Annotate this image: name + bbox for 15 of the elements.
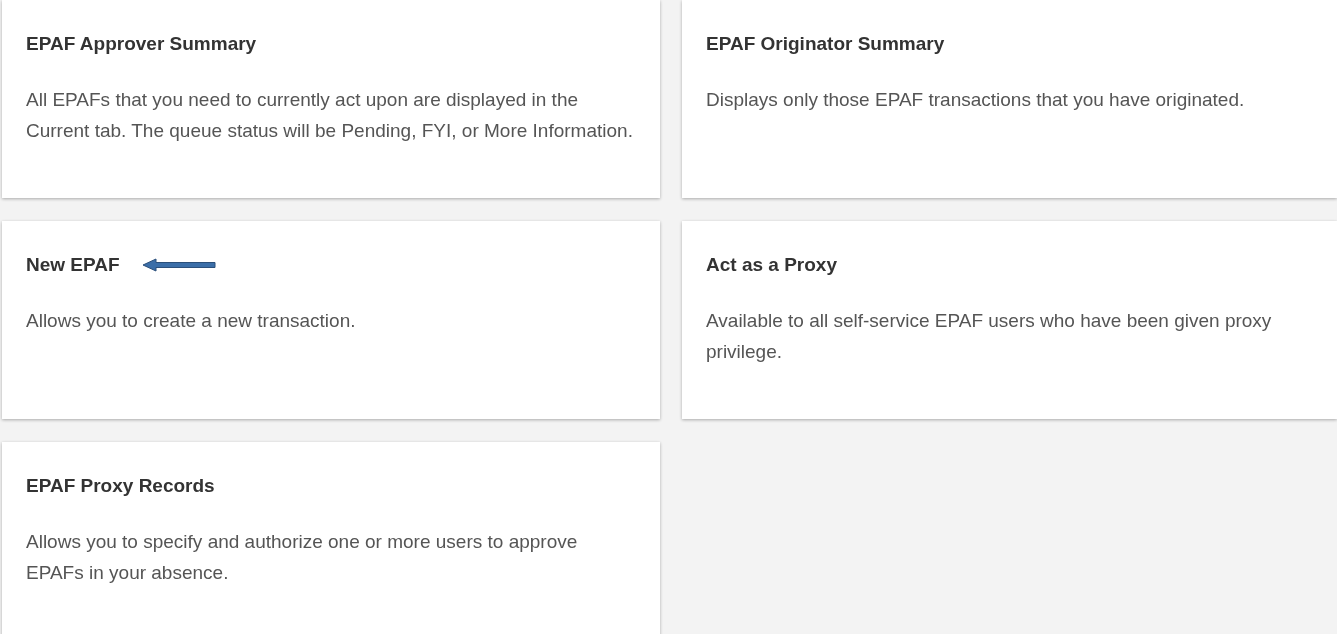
card-description: All EPAFs that you need to currently act upon are displayed in the Current tab. The queue status will be Pending, FYI, or More Information. [26,88,634,143]
card-title[interactable]: Act as a Proxy [706,254,837,276]
card-description: Allows you to create a new transaction. [26,309,357,333]
card-description: Available to all self-service EPAF users who have been given proxy privilege. [706,309,1273,364]
card-title[interactable]: New EPAF [26,254,120,276]
card-title[interactable]: EPAF Approver Summary [26,33,257,55]
card-background[interactable]: EPAF Approver Summary All EPAFs that you need to currently act upon are displayed in the Current tab. The queue status will be Pending, FYI, or More Information. [2,0,660,198]
card-description: Allows you to specify and authorize one or more users to approve EPAFs in your absence. [26,530,579,585]
card-description: Displays only those EPAF transactions that you have originated. [706,88,1246,112]
card-background[interactable]: Act as a Proxy Available to all self-service EPAF users who have been given proxy privilege. [682,221,1337,419]
card-background[interactable]: New EPAF Allows you to create a new transaction. [2,221,660,419]
card-background[interactable]: EPAF Originator Summary Displays only those EPAF transactions that you have originated. [682,0,1337,198]
card-title[interactable]: EPAF Proxy Records [26,475,215,497]
card-background[interactable]: EPAF Proxy Records Allows you to specify and authorize one or more users to approve EPAFs in your absence. [2,442,660,634]
card-title[interactable]: EPAF Originator Summary [706,33,945,55]
